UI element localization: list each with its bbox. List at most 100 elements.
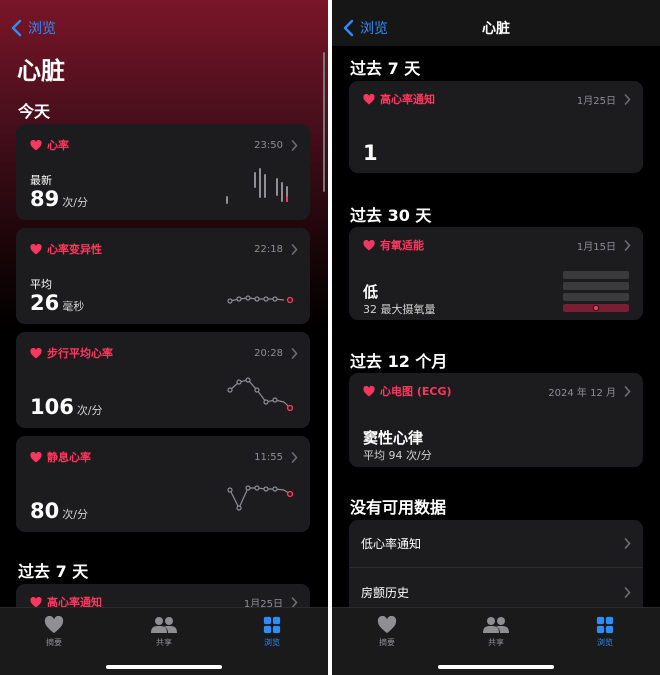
value-unit: 次/分 bbox=[62, 196, 88, 209]
section-past-12-months: 过去 12 个月 bbox=[350, 352, 448, 371]
chevron-right-icon bbox=[291, 139, 298, 151]
heart-rate-card[interactable]: 心率 23:50 最新 89 次/分 bbox=[16, 124, 310, 220]
chevron-right-icon bbox=[291, 451, 298, 463]
heart-icon bbox=[363, 385, 375, 396]
card-label: 高心率通知 bbox=[380, 93, 435, 106]
list-item-label: 低心率通知 bbox=[361, 537, 422, 551]
chevron-left-icon bbox=[343, 19, 354, 37]
heart-icon bbox=[30, 243, 42, 254]
tab-sharing[interactable]: 共享 bbox=[466, 616, 526, 648]
value-text: 低 bbox=[363, 283, 379, 301]
card-value: 89 次/分 bbox=[30, 187, 88, 211]
heart-icon bbox=[30, 347, 42, 358]
section-no-data: 没有可用数据 bbox=[350, 498, 447, 517]
heart-icon bbox=[30, 451, 42, 462]
card-date: 1月25日 bbox=[576, 95, 616, 107]
heart-icon bbox=[30, 139, 42, 150]
tab-label: 摘要 bbox=[46, 638, 62, 647]
people-icon bbox=[483, 617, 509, 633]
card-value: 窦性心律 bbox=[363, 427, 423, 448]
card-time: 22:18 bbox=[254, 243, 283, 255]
section-past-7-days: 过去 7 天 bbox=[18, 562, 89, 581]
tab-label: 浏览 bbox=[264, 638, 280, 647]
hrv-mini-chart bbox=[227, 295, 294, 304]
high-heart-rate-card[interactable]: 高心率通知 1月25日 1 bbox=[349, 81, 643, 173]
hrv-card[interactable]: 心率变异性 22:18 平均 26 毫秒 bbox=[16, 228, 310, 324]
tab-label: 共享 bbox=[156, 638, 172, 647]
value-text: 窦性心律 bbox=[363, 429, 424, 447]
chevron-right-icon bbox=[624, 538, 631, 549]
section-past-30-days: 过去 30 天 bbox=[350, 206, 432, 225]
heart-icon bbox=[377, 616, 397, 634]
tab-browse[interactable]: 浏览 bbox=[242, 616, 302, 648]
card-value: 低 bbox=[363, 281, 378, 302]
chevron-right-icon bbox=[291, 243, 298, 255]
back-button-label: 浏览 bbox=[360, 21, 388, 37]
card-label: 心率 bbox=[47, 139, 69, 152]
cardio-level-marker bbox=[592, 304, 600, 312]
value-number: 106 bbox=[30, 395, 74, 419]
tab-bar: 摘要 共享 浏览 bbox=[0, 607, 328, 675]
card-value: 80 次/分 bbox=[30, 499, 88, 523]
list-item-label: 房颤历史 bbox=[361, 585, 410, 600]
tab-browse[interactable]: 浏览 bbox=[575, 616, 635, 648]
chevron-right-icon bbox=[624, 93, 631, 105]
ecg-card[interactable]: 心电图 (ECG) 2024 年 12 月 窦性心律 平均 94 次/分 bbox=[349, 373, 643, 467]
card-sublabel: 平均 bbox=[30, 278, 52, 291]
card-date: 2024 年 12 月 bbox=[548, 387, 616, 399]
screen-heart-overview: 浏览 心脏 今天 心率 23:50 最新 89 次/分 心率变异性 22:18 … bbox=[0, 0, 328, 675]
tab-summary[interactable]: 摘要 bbox=[357, 616, 417, 648]
value-unit: 次/分 bbox=[76, 404, 103, 417]
heart-icon bbox=[30, 596, 42, 607]
screen-heart-detail: 心脏 浏览 过去 7 天 高心率通知 1月25日 1 过去 30 天 有氧适能 … bbox=[332, 0, 660, 675]
value-unit: 毫秒 bbox=[62, 300, 85, 313]
walking-hr-mini-chart bbox=[227, 377, 294, 412]
home-indicator[interactable] bbox=[106, 665, 222, 669]
page-title: 心脏 bbox=[17, 57, 65, 85]
card-sublabel: 32 最大摄氧量 bbox=[363, 303, 436, 316]
chevron-right-icon bbox=[291, 347, 298, 359]
card-label: 步行平均心率 bbox=[47, 347, 113, 360]
card-label: 有氧适能 bbox=[380, 239, 424, 252]
chevron-right-icon bbox=[291, 596, 298, 608]
back-button-label: 浏览 bbox=[28, 21, 56, 37]
card-label: 心率变异性 bbox=[47, 243, 102, 256]
card-label: 静息心率 bbox=[47, 451, 91, 464]
home-indicator[interactable] bbox=[438, 665, 554, 669]
back-button[interactable]: 浏览 bbox=[8, 16, 56, 40]
value-number: 89 bbox=[30, 187, 60, 211]
cardio-level-chart bbox=[563, 271, 629, 312]
card-time: 23:50 bbox=[254, 139, 283, 151]
card-value: 106 次/分 bbox=[30, 395, 103, 419]
card-sublabel: 最新 bbox=[30, 174, 52, 187]
scroll-indicator[interactable] bbox=[323, 52, 325, 192]
people-icon bbox=[151, 617, 177, 633]
tab-sharing[interactable]: 共享 bbox=[134, 616, 194, 648]
resting-heart-rate-card[interactable]: 静息心率 11:55 80 次/分 bbox=[16, 436, 310, 532]
value-number: 80 bbox=[30, 499, 60, 523]
tab-bar: 摘要 共享 浏览 bbox=[332, 607, 660, 675]
section-today: 今天 bbox=[18, 102, 51, 121]
section-past-7-days: 过去 7 天 bbox=[350, 59, 421, 78]
tab-summary[interactable]: 摘要 bbox=[24, 616, 84, 648]
value-number: 26 bbox=[30, 291, 60, 315]
card-time: 20:28 bbox=[254, 347, 283, 359]
list-item-low-heart-rate[interactable]: 低心率通知 bbox=[349, 520, 643, 568]
card-date: 1月15日 bbox=[576, 241, 616, 253]
card-value: 26 毫秒 bbox=[30, 291, 84, 315]
heart-icon bbox=[44, 616, 64, 634]
cardio-fitness-card[interactable]: 有氧适能 1月15日 低 32 最大摄氧量 bbox=[349, 227, 643, 320]
walking-heart-rate-card[interactable]: 步行平均心率 20:28 106 次/分 bbox=[16, 332, 310, 428]
value-number: 1 bbox=[363, 141, 378, 165]
resting-hr-mini-chart bbox=[227, 485, 294, 511]
grid-icon bbox=[263, 616, 281, 634]
card-value: 1 bbox=[363, 141, 378, 165]
card-sublabel: 平均 94 次/分 bbox=[363, 449, 432, 462]
heart-icon bbox=[363, 93, 375, 104]
heart-rate-mini-chart bbox=[226, 168, 288, 204]
chevron-right-icon bbox=[624, 586, 631, 598]
card-time: 11:55 bbox=[254, 451, 283, 463]
value-unit: 次/分 bbox=[62, 508, 88, 521]
back-button[interactable]: 浏览 bbox=[340, 16, 388, 40]
chevron-left-icon bbox=[11, 19, 22, 37]
